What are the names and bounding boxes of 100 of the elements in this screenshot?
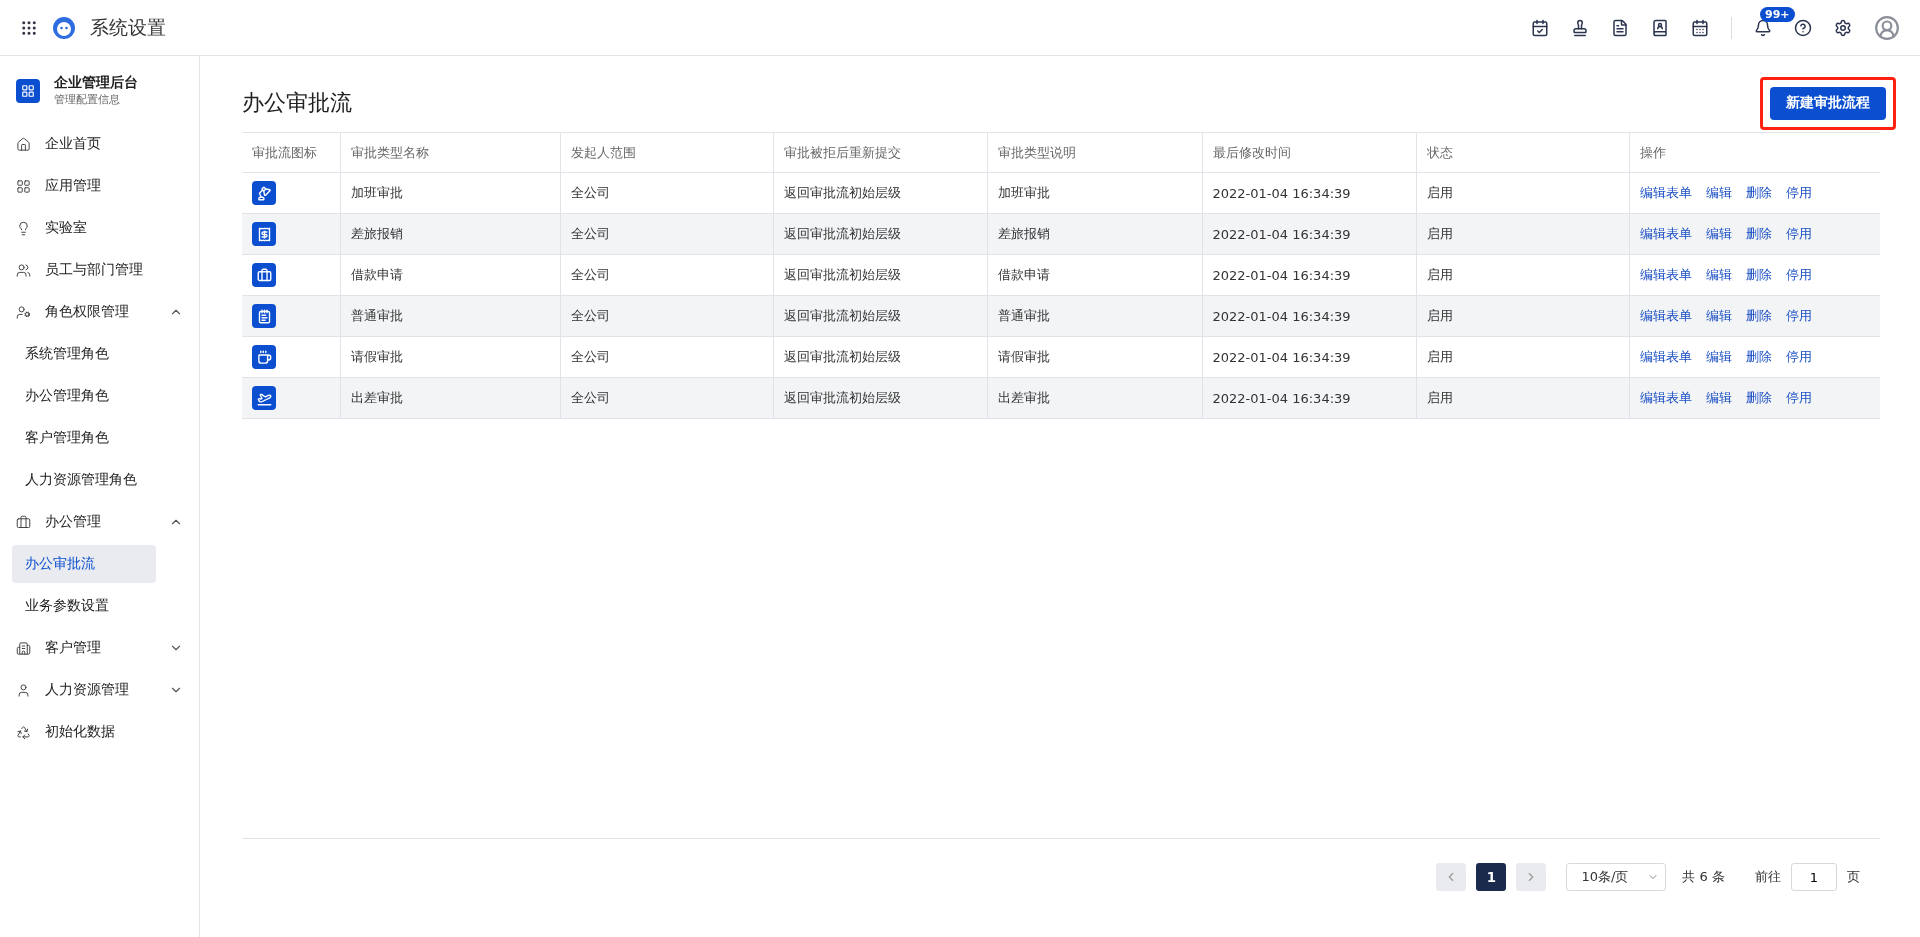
org-subtitle: 管理配置信息 (54, 92, 121, 107)
action-link[interactable]: 删除 (1745, 266, 1772, 284)
menu-icon (16, 682, 31, 698)
page-size-select[interactable]: 10条/页 (1566, 863, 1667, 891)
total-count: 共 6 条 (1682, 868, 1725, 886)
table-cell: 出差审批 (340, 377, 560, 419)
action-link[interactable]: 停用 (1785, 389, 1812, 407)
table-cell: 全公司 (560, 295, 773, 337)
table-cell: 全公司 (560, 377, 773, 419)
menu-icon (16, 220, 31, 236)
column-header: 审批类型名称 (340, 132, 560, 173)
action-link[interactable]: 删除 (1745, 389, 1772, 407)
sidebar-item[interactable]: 实验室 (12, 209, 187, 247)
action-link[interactable]: 编辑 (1705, 225, 1732, 243)
sidebar-subitem[interactable]: 客户管理角色 (12, 419, 156, 457)
document-icon[interactable] (1611, 18, 1629, 37)
row-type-icon (252, 263, 276, 287)
notification-bell-icon[interactable] (1754, 18, 1772, 37)
row-type-icon (252, 345, 276, 369)
menu-icon (16, 262, 31, 278)
table-cell: 请假审批 (987, 336, 1202, 378)
page-title: 办公审批流 (242, 89, 352, 117)
new-flow-button[interactable]: 新建审批流程 (1770, 86, 1886, 120)
action-link[interactable]: 编辑表单 (1639, 307, 1692, 325)
table-cell: 启用 (1416, 377, 1629, 419)
table-cell: 请假审批 (340, 336, 560, 378)
help-icon[interactable] (1794, 18, 1812, 37)
sidebar-group[interactable]: 角色权限管理 (12, 293, 187, 331)
action-link[interactable]: 删除 (1745, 225, 1772, 243)
table-cell: 启用 (1416, 254, 1629, 296)
column-header: 审批流图标 (242, 132, 340, 173)
menu-icon (16, 514, 31, 530)
calendar-check-icon[interactable] (1531, 18, 1549, 37)
stamp-icon[interactable] (1571, 18, 1589, 37)
table-cell: 2022-01-04 16:34:39 (1202, 172, 1416, 214)
table-cell: 2022-01-04 16:34:39 (1202, 336, 1416, 378)
action-link[interactable]: 停用 (1785, 348, 1812, 366)
goto-page-field[interactable]: 1 (1791, 863, 1837, 891)
action-link[interactable]: 停用 (1785, 225, 1812, 243)
table-cell: 2022-01-04 16:34:39 (1202, 377, 1416, 419)
table-cell: 加班审批 (987, 172, 1202, 214)
page-suffix: 页 (1847, 868, 1860, 886)
menu-icon (16, 304, 31, 320)
action-link[interactable]: 停用 (1785, 307, 1812, 325)
contact-book-icon[interactable] (1651, 18, 1669, 37)
sidebar-item[interactable]: 员工与部门管理 (12, 251, 187, 289)
action-link[interactable]: 删除 (1745, 307, 1772, 325)
table-cell: 返回审批流初始层级 (773, 254, 987, 296)
action-link[interactable]: 编辑 (1705, 348, 1732, 366)
sidebar-group[interactable]: 客户管理 (12, 629, 187, 667)
table-cell: 全公司 (560, 213, 773, 255)
sidebar-subitem[interactable]: 办公管理角色 (12, 377, 156, 415)
avatar-icon[interactable] (1874, 14, 1900, 41)
action-link[interactable]: 编辑表单 (1639, 389, 1692, 407)
column-header: 发起人范围 (560, 132, 773, 173)
sidebar-group[interactable]: 人力资源管理 (12, 671, 187, 709)
table-cell: 2022-01-04 16:34:39 (1202, 254, 1416, 296)
menu-icon (16, 724, 31, 740)
row-type-icon (252, 304, 276, 328)
action-link[interactable]: 删除 (1745, 348, 1772, 366)
menu-icon (16, 640, 31, 656)
action-link[interactable]: 编辑 (1705, 184, 1732, 202)
sidebar-subitem[interactable]: 人力资源管理角色 (12, 461, 156, 499)
action-link[interactable]: 编辑 (1705, 389, 1732, 407)
action-link[interactable]: 编辑表单 (1639, 225, 1692, 243)
table-cell: 普通审批 (987, 295, 1202, 337)
action-link[interactable]: 编辑表单 (1639, 266, 1692, 284)
sidebar-item[interactable]: 应用管理 (12, 167, 187, 205)
action-link[interactable]: 编辑表单 (1639, 184, 1692, 202)
table-cell: 2022-01-04 16:34:39 (1202, 295, 1416, 337)
table-cell: 2022-01-04 16:34:39 (1202, 213, 1416, 255)
table-cell: 差旅报销 (987, 213, 1202, 255)
column-header: 审批类型说明 (987, 132, 1202, 173)
notification-badge: 99+ (1760, 6, 1795, 22)
row-type-icon (252, 386, 276, 410)
table-cell: 借款申请 (340, 254, 560, 296)
table-cell: 借款申请 (987, 254, 1202, 296)
settings-icon[interactable] (1834, 18, 1852, 37)
action-link[interactable]: 编辑表单 (1639, 348, 1692, 366)
table-cell: 启用 (1416, 172, 1629, 214)
sidebar-subitem[interactable]: 系统管理角色 (12, 335, 156, 373)
table-cell: 全公司 (560, 172, 773, 214)
action-link[interactable]: 编辑 (1705, 307, 1732, 325)
sidebar-subitem[interactable]: 办公审批流 (12, 545, 156, 583)
sidebar-item[interactable]: 企业首页 (12, 125, 187, 163)
menu-icon (16, 178, 31, 194)
logo-icon (52, 15, 76, 40)
action-link[interactable]: 删除 (1745, 184, 1772, 202)
page-button[interactable]: 1 (1476, 863, 1507, 891)
action-link[interactable]: 停用 (1785, 184, 1812, 202)
column-header: 操作 (1629, 132, 1880, 173)
action-link[interactable]: 编辑 (1705, 266, 1732, 284)
sidebar-item[interactable]: 初始化数据 (12, 713, 187, 751)
table-cell: 返回审批流初始层级 (773, 295, 987, 337)
action-link[interactable]: 停用 (1785, 266, 1812, 284)
table-cell: 启用 (1416, 295, 1629, 337)
apps-grid-icon[interactable] (20, 18, 38, 37)
sidebar-subitem[interactable]: 业务参数设置 (12, 587, 156, 625)
sidebar-group[interactable]: 办公管理 (12, 503, 187, 541)
calendar-icon[interactable] (1691, 18, 1709, 37)
